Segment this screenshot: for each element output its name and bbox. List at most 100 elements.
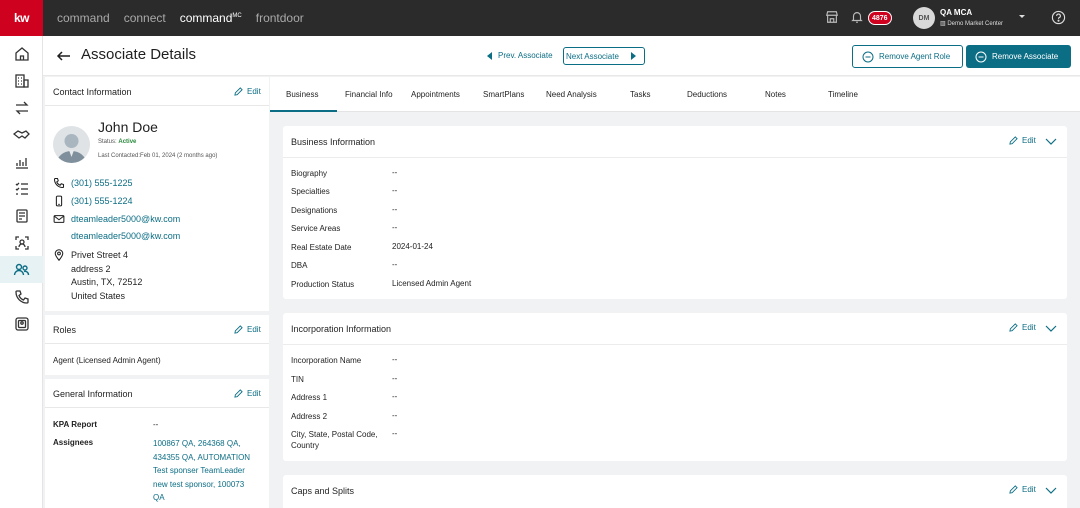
designations-label: Designations [291,206,338,215]
contact-status: Status: Active [98,139,136,145]
nav-command-mc[interactable]: commandMC [180,11,242,25]
assignees-line-1[interactable]: 100867 QA, 264368 QA, [153,437,250,451]
phone-row-2[interactable]: (301) 555-1224 [53,195,133,207]
business-edit-label: Edit [1022,136,1036,145]
status-label: Status: [98,139,117,145]
city-state-postal-label: City, State, Postal Code, Country [291,430,378,450]
transfer-icon [14,101,29,114]
city-state-postal-value: -- [392,429,398,438]
next-associate-label: Next Associate [566,51,619,61]
next-associate-button[interactable]: Next Associate [563,47,645,65]
general-edit-label: Edit [247,389,261,398]
tab-tasks[interactable]: Tasks [630,90,650,99]
roles-edit-button[interactable]: Edit [234,325,261,334]
chevron-down-icon[interactable] [1045,325,1057,332]
incorporation-name-value: -- [392,355,398,364]
tab-financial-info[interactable]: Financial Info [345,90,393,99]
assignees-value[interactable]: 100867 QA, 264368 QA, 434355 QA, AUTOMAT… [153,437,250,505]
bell-icon[interactable] [850,10,866,26]
general-information-panel: General Information Edit KPA Report -- A… [45,379,269,508]
address-1-label: Address 1 [291,393,328,402]
incorporation-edit-label: Edit [1022,323,1036,332]
assignees-line-3[interactable]: Test sponser TeamLeader [153,464,250,478]
sidebar-item-contacts[interactable] [0,310,43,337]
contact-edit-button[interactable]: Edit [234,87,261,96]
people-icon [13,263,30,275]
incorporation-edit-button[interactable]: Edit [1009,323,1036,332]
tab-deductions[interactable]: Deductions [687,90,727,99]
chevron-down-icon[interactable] [1018,14,1026,22]
sidebar-item-calls[interactable] [0,283,43,310]
email-row-1[interactable]: dteamleader5000@kw.com [53,213,180,225]
caps-and-splits-card: Caps and Splits Edit [283,475,1067,508]
nav-connect[interactable]: connect [124,11,166,25]
checklist-icon [15,182,28,195]
sidebar-item-home[interactable] [0,40,43,67]
email-row-2[interactable]: dteamleader5000@kw.com [71,231,180,241]
kw-logo[interactable]: kw [0,0,43,36]
caps-edit-label: Edit [1022,485,1036,494]
sidebar-item-transactions[interactable] [0,94,43,121]
sidebar-item-people[interactable] [0,256,43,283]
phone-2[interactable]: (301) 555-1224 [71,196,133,206]
top-bar: kw command connect commandMC frontdoor 4… [0,0,1080,36]
tab-notes[interactable]: Notes [765,90,786,99]
sidebar-item-deals[interactable] [0,121,43,148]
assignees-line-2[interactable]: 434355 QA, AUTOMATION [153,451,250,465]
incorporation-information-card: Incorporation Information Edit Incorpora… [283,313,1067,461]
tab-smartplans[interactable]: SmartPlans [483,90,524,99]
biography-value: -- [392,168,398,177]
phone-1[interactable]: (301) 555-1225 [71,178,133,188]
remove-agent-role-button[interactable]: Remove Agent Role [852,45,963,68]
address-row [53,249,65,261]
divider [283,344,1067,345]
remove-associate-button[interactable]: Remove Associate [966,45,1071,68]
sidebar-item-analytics[interactable] [0,148,43,175]
sidebar-item-listings[interactable] [0,67,43,94]
business-edit-button[interactable]: Edit [1009,136,1036,145]
tab-business[interactable]: Business [286,90,318,99]
business-information-title: Business Information [291,137,376,147]
prev-associate-label: Prev. Associate [498,51,553,60]
analytics-icon [15,157,28,169]
nav-command-mc-sup: MC [232,13,242,19]
phone-row-1[interactable]: (301) 555-1225 [53,177,133,189]
help-icon[interactable] [1051,10,1067,26]
production-status-value: Licensed Admin Agent [392,279,472,288]
prev-associate-button[interactable]: Prev. Associate [487,51,553,60]
nav-command[interactable]: command [57,11,110,25]
location-pin-icon [54,249,64,261]
back-arrow-icon[interactable] [56,48,72,64]
chevron-down-icon[interactable] [1045,487,1057,494]
sidebar-item-recruiting[interactable] [0,229,43,256]
home-icon [14,46,29,61]
general-edit-button[interactable]: Edit [234,389,261,398]
sidebar-item-tasks[interactable] [0,175,43,202]
designations-value: -- [392,205,398,214]
tab-appointments[interactable]: Appointments [411,90,460,99]
assignees-line-5[interactable]: QA [153,491,250,505]
dba-value: -- [392,260,398,269]
contact-avatar [53,126,90,163]
caps-edit-button[interactable]: Edit [1009,485,1036,494]
general-information-title: General Information [53,389,133,399]
biography-label: Biography [291,169,328,178]
tin-value: -- [392,374,398,383]
email-1[interactable]: dteamleader5000@kw.com [71,214,180,224]
roles-value: Agent (Licensed Admin Agent) [53,356,161,365]
tab-need-analysis[interactable]: Need Analysis [546,90,597,99]
notification-badge[interactable]: 4876 [868,11,892,25]
address-1-value: -- [392,392,398,401]
sidebar [0,36,43,508]
tab-timeline[interactable]: Timeline [828,90,858,99]
user-avatar[interactable]: DM [913,7,935,29]
nav-frontdoor[interactable]: frontdoor [256,11,304,25]
email-2[interactable]: dteamleader5000@kw.com [71,231,180,241]
divider [283,157,1067,158]
assignees-line-4[interactable]: new test sponsor, 100073 [153,478,250,492]
user-name[interactable]: QA MCA [940,8,972,17]
store-icon[interactable] [825,10,841,26]
production-status-label: Production Status [291,280,355,289]
sidebar-item-documents[interactable] [0,202,43,229]
chevron-down-icon[interactable] [1045,138,1057,145]
